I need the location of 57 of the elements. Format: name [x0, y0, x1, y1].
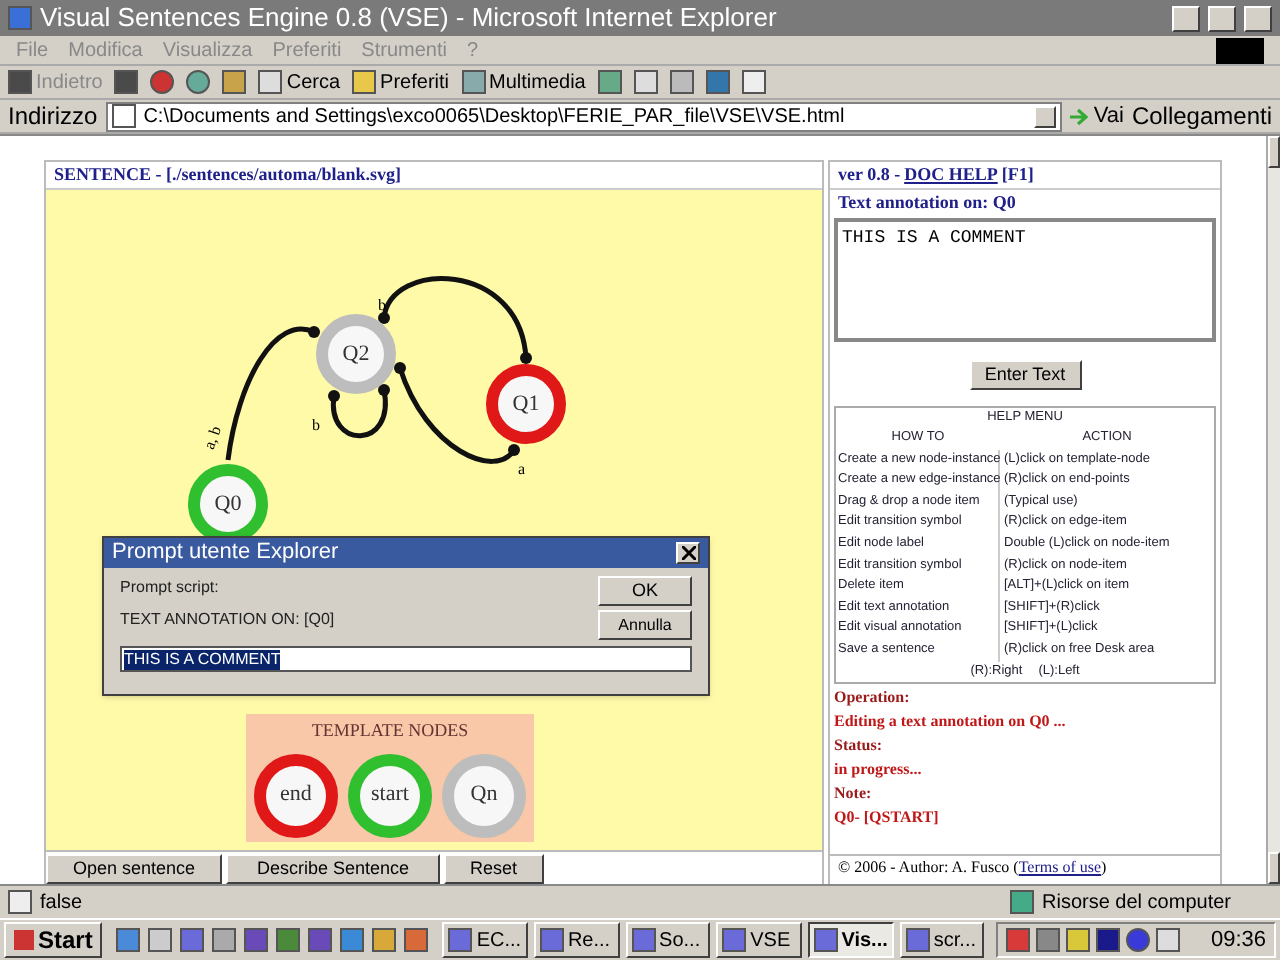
- toolbar-button[interactable]: Multimedia: [461, 67, 586, 97]
- status-text: false: [40, 889, 85, 917]
- enter-text-button[interactable]: Enter Text: [969, 359, 1081, 389]
- taskbar-task[interactable]: So...: [625, 922, 711, 958]
- state-node[interactable]: Q1: [486, 364, 566, 444]
- ok-button[interactable]: OK: [598, 576, 692, 606]
- state-node[interactable]: end: [254, 753, 338, 837]
- status-label: Note:: [834, 782, 874, 807]
- transition-edge[interactable]: [378, 276, 532, 364]
- status-value: in progress...: [834, 758, 924, 783]
- prompt-message: TEXT ANNOTATION ON: [Q0]: [120, 608, 337, 632]
- window-title: Visual Sentences Engine 0.8 (VSE) - Microsoft Internet Explorer: [40, 0, 779, 37]
- prompt-input[interactable]: THIS IS A COMMENT: [120, 646, 692, 672]
- status-label: Status:: [834, 734, 885, 759]
- close-button[interactable]: [676, 542, 700, 564]
- transition-edge[interactable]: [225, 326, 320, 461]
- status-label: Operation:: [834, 686, 912, 711]
- edge-label[interactable]: b: [312, 414, 320, 438]
- scrollbar[interactable]: [1266, 136, 1280, 884]
- links-label[interactable]: Collegamenti: [1131, 98, 1272, 134]
- edge-label[interactable]: a, b: [198, 423, 229, 453]
- cancel-button[interactable]: Annulla: [598, 610, 692, 640]
- state-node[interactable]: start: [348, 753, 432, 837]
- toolbar-button[interactable]: Cerca: [258, 67, 341, 97]
- action-button[interactable]: Reset: [444, 853, 544, 883]
- address-label: Indirizzo: [8, 100, 98, 134]
- taskbar-task[interactable]: EC...: [442, 922, 528, 958]
- status-value: Q0- [QSTART]: [834, 806, 941, 831]
- action-button[interactable]: Describe Sentence: [226, 853, 440, 883]
- doc-help-link[interactable]: DOC HELP: [904, 162, 998, 188]
- start-button[interactable]: Start: [4, 922, 103, 958]
- edge-label[interactable]: b: [378, 294, 386, 318]
- state-node[interactable]: Q2: [316, 314, 396, 394]
- taskbar-task[interactable]: scr...: [899, 922, 985, 958]
- terms-link[interactable]: Terms of use: [1018, 858, 1102, 876]
- prompt-text: Prompt script:: [120, 576, 221, 600]
- taskbar-task[interactable]: Re...: [533, 922, 620, 958]
- action-button[interactable]: Open sentence: [46, 853, 222, 883]
- zone-text: Risorse del computer: [1042, 889, 1233, 917]
- annotation-field[interactable]: THIS IS A COMMENT: [834, 217, 1216, 341]
- clock: 09:36: [1210, 925, 1267, 956]
- taskbar-task[interactable]: Vis...: [807, 922, 894, 958]
- dialog-title: Prompt utente Explorer: [112, 538, 341, 569]
- footer-text: © 2006 - Author: A. Fusco (Terms of use): [830, 854, 1220, 884]
- go-button[interactable]: Vai: [1069, 99, 1124, 133]
- edge-label[interactable]: a: [518, 458, 526, 482]
- taskbar-task[interactable]: VSE: [716, 922, 802, 958]
- template-title: TEMPLATE NODES: [311, 718, 469, 744]
- version-label: ver 0.8 -: [838, 162, 901, 188]
- transition-edge[interactable]: [328, 384, 390, 439]
- status-value: Editing a text annotation on Q0 ...: [834, 710, 1068, 735]
- toolbar-button[interactable]: Preferiti: [352, 67, 449, 97]
- go-arrow-icon: [1069, 107, 1090, 125]
- shortcut-label: [F1]: [1001, 162, 1034, 188]
- address-field[interactable]: C:\Documents and Settings\exco0065\Desktop\FERIE_PAR_file\VSE\VSE.html: [105, 101, 1062, 131]
- annotation-label: Text annotation on: Q0: [836, 190, 1018, 216]
- state-node[interactable]: Qn: [442, 753, 526, 837]
